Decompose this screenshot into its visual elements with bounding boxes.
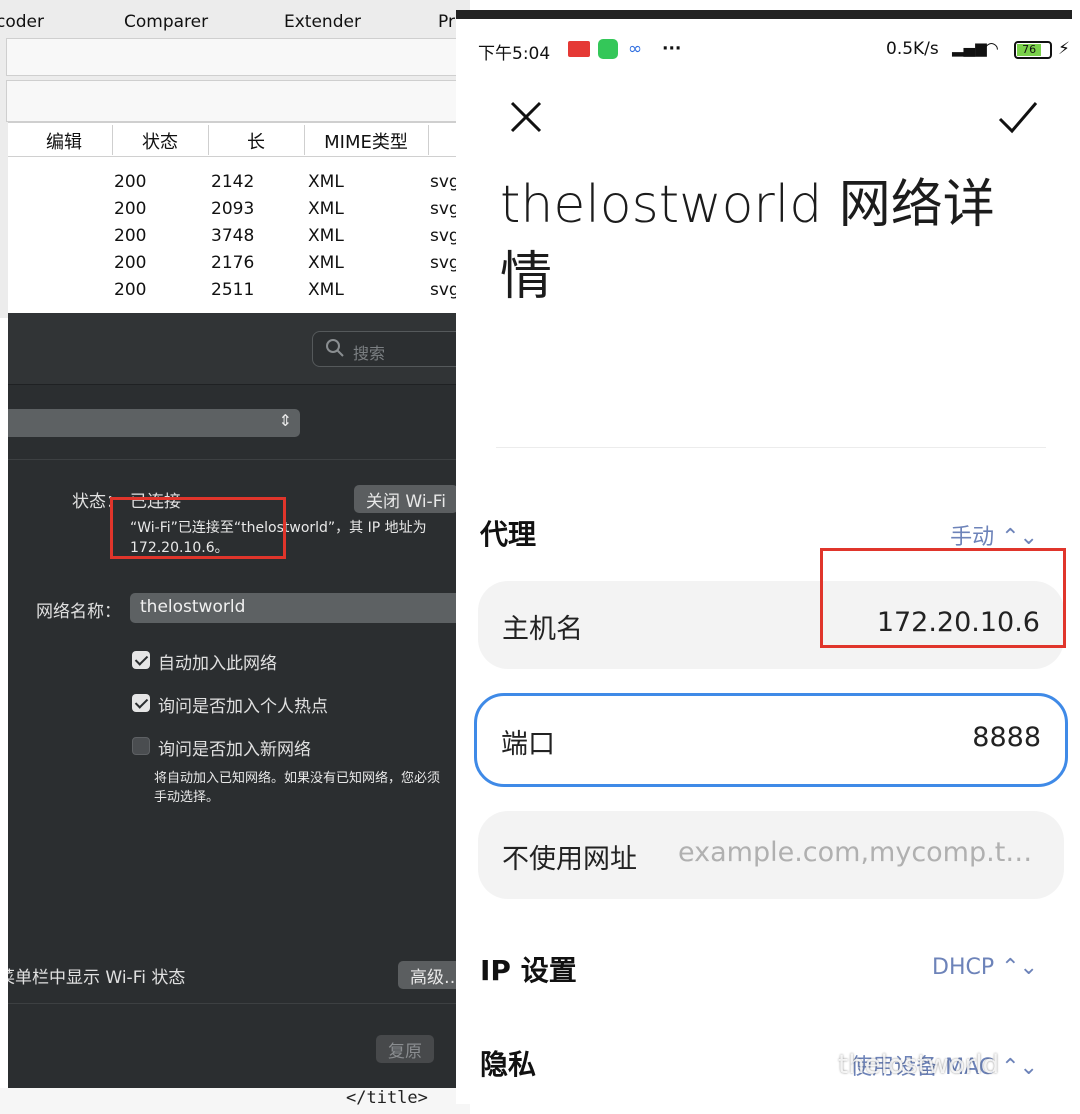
burp-tab-bar: coder Comparer Extender Pr [0,6,470,38]
menubar-wifi-label: 菜单栏中显示 Wi-Fi 状态 [8,968,186,988]
ask-new-network-label: 询问是否加入新网络 [158,740,311,760]
charging-icon: ⚡ [1058,39,1070,59]
battery-level: 76 [1017,44,1042,56]
network-name-label: 网络名称： [36,602,121,622]
tab-project-options[interactable]: Pr [438,12,455,32]
cell-length: 2511 [211,280,255,300]
status-bar: 下午5:04 ∞ ··· 0.5K/s ▂▄▆ ◠ 76 ⚡ [456,19,1072,75]
divider [496,447,1046,448]
location-select[interactable]: ⇕ [8,409,300,437]
network-name-select[interactable]: thelostworld [130,593,470,623]
updown-chevron-icon: ⇕ [278,411,292,430]
cell-mime: XML [308,226,344,246]
search-placeholder: 搜索 [353,344,386,363]
cell-status: 200 [114,253,147,273]
link-app-icon: ∞ [628,39,643,59]
highlight-box [820,548,1066,648]
revert-button[interactable]: 复原 [376,1035,434,1063]
column-separator [428,125,429,155]
cell-status: 200 [114,199,147,219]
ip-settings-label: IP 设置 [480,954,577,987]
table-row[interactable]: 200 2176 XML svg [8,250,470,277]
battery-icon: 76 [1014,41,1052,59]
auto-join-checkbox[interactable] [132,651,150,669]
cell-status: 200 [114,172,147,192]
app-notification-icon [598,39,618,59]
column-header-edited[interactable]: 编辑 [16,128,112,154]
close-icon[interactable] [506,97,546,137]
network-speed: 0.5K/s [886,39,939,59]
check-icon[interactable] [996,97,1040,137]
more-notifications-icon: ··· [662,39,682,59]
macos-network-preferences: 搜索 ⇕ 状态： 已连接 关闭 Wi-Fi “Wi-Fi”已连接至“thelos… [8,313,470,1088]
table-row[interactable]: 200 2511 XML svg [8,277,470,304]
tab-decoder[interactable]: coder [0,12,44,32]
port-value: 8888 [972,722,1041,753]
column-header-length[interactable]: 长 [208,128,304,154]
column-header-mime[interactable]: MIME类型 [304,128,428,154]
bypass-label: 不使用网址 [502,844,637,875]
note-line1: 将自动加入已知网络。如果没有已知网络，您必须 [154,771,441,786]
wifi-icon: ◠ [984,39,999,59]
cell-mime: XML [308,280,344,300]
search-icon [326,339,344,357]
cell-status: 200 [114,226,147,246]
cell-length: 2176 [211,253,255,273]
bypass-placeholder: example.com,mycomp.t… [678,837,1033,868]
cell-status: 200 [114,280,147,300]
clock: 下午5:04 [478,44,551,64]
turn-off-wifi-button[interactable]: 关闭 Wi-Fi [354,485,458,513]
editor-code-strip: </title> [0,1088,470,1114]
table-row[interactable]: 200 2093 XML svg [8,196,470,223]
burp-filter-bar[interactable] [6,80,470,122]
code-text: </title> [346,1088,428,1108]
column-header-status[interactable]: 状态 [112,128,208,154]
note-line2: 手动选择。 [154,790,220,805]
table-header: 编辑 状态 长 MIME类型 [8,123,470,157]
ask-hotspot-label: 询问是否加入个人热点 [158,697,328,717]
preferences-toolbar: 搜索 [8,313,470,385]
cell-length: 3748 [211,226,255,246]
cell-length: 2093 [211,199,255,219]
toutiao-app-icon [568,41,590,57]
bypass-field[interactable]: 不使用网址 example.com,mycomp.t… [478,811,1064,899]
proxy-label: 代理 [480,518,537,551]
highlight-box [110,497,286,559]
port-field[interactable]: 端口 8888 [474,693,1068,787]
tab-comparer[interactable]: Comparer [124,12,208,32]
table-row[interactable]: 200 3748 XML svg [8,223,470,250]
port-label: 端口 [501,729,555,760]
ip-settings-select[interactable]: DHCP ⌃⌄ [932,955,1038,980]
ask-new-network-checkbox[interactable] [132,737,150,755]
cell-mime: XML [308,253,344,273]
ask-hotspot-checkbox[interactable] [132,694,150,712]
http-history-table: 编辑 状态 长 MIME类型 200 2142 XML svg 200 2093… [8,122,470,318]
proxy-mode-select[interactable]: 手动 ⌃⌄ [950,519,1038,551]
cell-mime: XML [308,199,344,219]
tab-extender[interactable]: Extender [284,12,361,32]
table-row[interactable]: 200 2142 XML svg [8,169,470,196]
cell-length: 2142 [211,172,255,192]
search-field[interactable]: 搜索 [312,331,470,367]
privacy-label: 隐私 [480,1048,537,1081]
network-name-value: thelostworld [140,597,246,617]
divider [8,1003,470,1004]
cell-mime: XML [308,172,344,192]
auto-join-label: 自动加入此网络 [158,654,277,674]
divider [8,459,470,460]
hostname-label: 主机名 [502,614,583,645]
burp-toolbar-row [6,38,470,76]
burp-suite-window: coder Comparer Extender Pr 编辑 状态 长 MIME类… [0,0,470,318]
signal-icon: ▂▄▆ [952,39,987,57]
page-title: thelostworld 网络详情 [500,175,995,307]
watermark: thelostworld [838,1050,1000,1080]
